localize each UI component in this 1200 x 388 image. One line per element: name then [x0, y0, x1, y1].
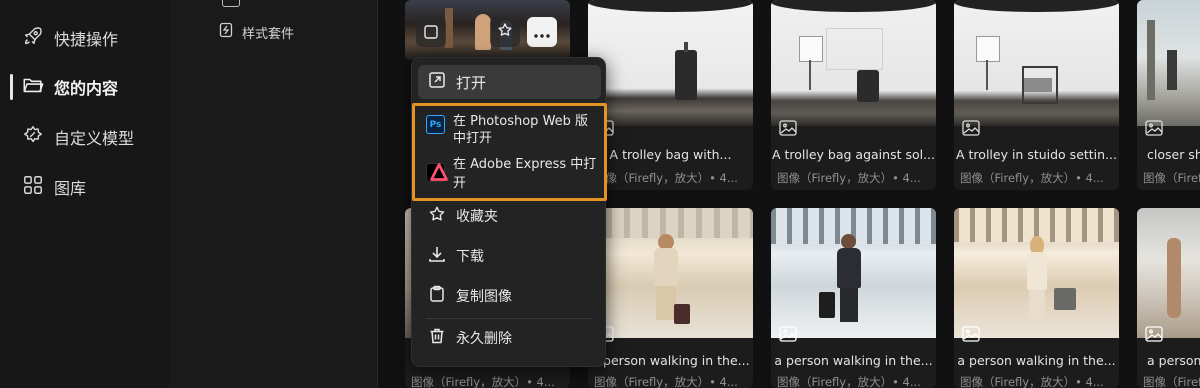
image-type-icon	[779, 326, 797, 342]
image-card[interactable]: A trolley bag with... 图像（Firefly，放大）• 4.…	[588, 0, 753, 190]
card-thumbnail	[1137, 208, 1200, 338]
menu-label: 收藏夹	[456, 209, 498, 225]
card-meta: 图像（Firefly，放大）• 4...	[777, 375, 921, 388]
star-icon	[497, 22, 513, 42]
menu-divider	[426, 318, 591, 319]
menu-label: 在 Photoshop Web 版中打开	[453, 114, 589, 146]
card-meta: 图像（Firefly，放大）• 4...	[594, 375, 738, 388]
image-type-icon	[1145, 326, 1163, 342]
image-card[interactable]: A trolley in stuido settin... 图像（Firefly…	[954, 0, 1119, 190]
nav-label: 图库	[54, 179, 87, 198]
menu-item-copy-image[interactable]: 复制图像	[412, 284, 605, 308]
image-type-icon	[962, 326, 980, 342]
image-type-icon	[962, 120, 980, 136]
image-card[interactable]: a person walking in the... 图像（Firefly，放大…	[588, 208, 753, 388]
card-title: a person	[1147, 353, 1200, 368]
card-meta: 图像（Firefly，放大）• 4...	[777, 171, 921, 185]
rocket-icon	[22, 25, 44, 51]
image-card[interactable]: closer shot 图像（Firefly，放大）• 4...	[1137, 0, 1200, 190]
image-card[interactable]: a person walking in the... 图像（Firefly，放大…	[771, 208, 936, 388]
more-dots-icon	[534, 23, 550, 42]
menu-item-delete-permanently[interactable]: 永久删除	[412, 326, 605, 350]
subpanel-item-style-kits[interactable]: 样式套件	[218, 22, 294, 42]
nav-label: 快捷操作	[54, 30, 119, 49]
menu-item-favorites[interactable]: 收藏夹	[412, 204, 605, 228]
card-thumbnail	[771, 208, 936, 338]
card-thumbnail	[588, 208, 753, 338]
folder-icon	[22, 74, 44, 100]
image-card[interactable]: a person walking in the... 图像（Firefly，放大…	[954, 208, 1119, 388]
card-meta: 图像（Firefly，放大）• 4...	[1143, 171, 1200, 185]
nav-label: 自定义模型	[54, 129, 135, 148]
nav-item-your-content[interactable]: 您的内容	[22, 72, 118, 102]
card-thumbnail	[771, 0, 936, 126]
partial-icon	[222, 0, 240, 7]
open-external-icon	[412, 71, 456, 93]
menu-label: 在 Adobe Express 中打开	[453, 157, 597, 191]
card-title: A trolley bag with...	[609, 147, 732, 162]
card-meta: 图像（Firefly，放大）• 4...	[960, 375, 1104, 388]
menu-label: 永久删除	[456, 331, 512, 347]
menu-item-download[interactable]: 下载	[412, 244, 605, 268]
content-subpanel: 样式套件	[170, 0, 378, 388]
image-type-icon	[779, 120, 797, 136]
card-title: a person walking in the...	[774, 353, 933, 368]
trash-icon	[412, 327, 456, 349]
left-navigation: 快捷操作 您的内容 自定义模型 图库	[0, 0, 170, 388]
favorite-star-button[interactable]	[490, 17, 520, 47]
photoshop-icon: Ps	[426, 115, 445, 134]
card-title: a person walking in the...	[957, 353, 1116, 368]
menu-item-open-express[interactable]: 在 Adobe Express 中打开	[412, 157, 605, 191]
card-thumbnail	[954, 208, 1119, 338]
card-meta: 图像（Firefly，放大）• 4...	[411, 375, 555, 388]
nav-item-custom-models[interactable]: 自定义模型	[22, 122, 134, 152]
nav-item-quick-actions[interactable]: 快捷操作	[22, 23, 118, 53]
nav-item-gallery[interactable]: 图库	[22, 172, 86, 202]
star-icon	[412, 205, 456, 227]
select-checkbox[interactable]	[416, 17, 446, 47]
nav-label: 您的内容	[54, 79, 119, 98]
image-card[interactable]: A trolley bag against sol... 图像（Firefly，…	[771, 0, 936, 190]
card-meta: 图像（Firefly，放大）• 4...	[960, 171, 1104, 185]
menu-item-open[interactable]: 打开	[412, 65, 605, 99]
menu-label: 打开	[456, 73, 487, 92]
card-thumbnail	[588, 0, 753, 126]
adobe-express-icon	[426, 162, 448, 182]
card-title: a person walking in the...	[591, 353, 750, 368]
image-type-icon	[1145, 120, 1163, 136]
context-menu: 打开 Ps 在 Photoshop Web 版中打开 在 Adobe Expre…	[411, 57, 607, 367]
more-options-button[interactable]	[527, 17, 557, 47]
card-title: closer shot	[1147, 147, 1200, 162]
style-kit-icon	[218, 22, 234, 42]
card-meta: 图像（Firefly，放大）• 4...	[1143, 375, 1200, 388]
subpanel-item-label: 样式套件	[242, 26, 295, 42]
clipboard-icon	[412, 285, 456, 307]
menu-item-open-photoshop[interactable]: Ps 在 Photoshop Web 版中打开	[412, 113, 605, 151]
gallery-grid-icon	[22, 174, 44, 200]
card-thumbnail	[954, 0, 1119, 126]
card-meta: 图像（Firefly，放大）• 4...	[594, 171, 738, 185]
download-icon	[412, 245, 456, 267]
active-indicator	[10, 74, 13, 100]
custom-model-icon	[22, 124, 44, 150]
card-title: A trolley bag against sol...	[771, 147, 936, 162]
menu-label: 下载	[456, 249, 484, 265]
menu-label: 复制图像	[456, 289, 512, 305]
image-card[interactable]: a person 图像（Firefly，放大）• 4...	[1137, 208, 1200, 388]
card-thumbnail	[1137, 0, 1200, 126]
card-title: A trolley in stuido settin...	[956, 147, 1117, 162]
